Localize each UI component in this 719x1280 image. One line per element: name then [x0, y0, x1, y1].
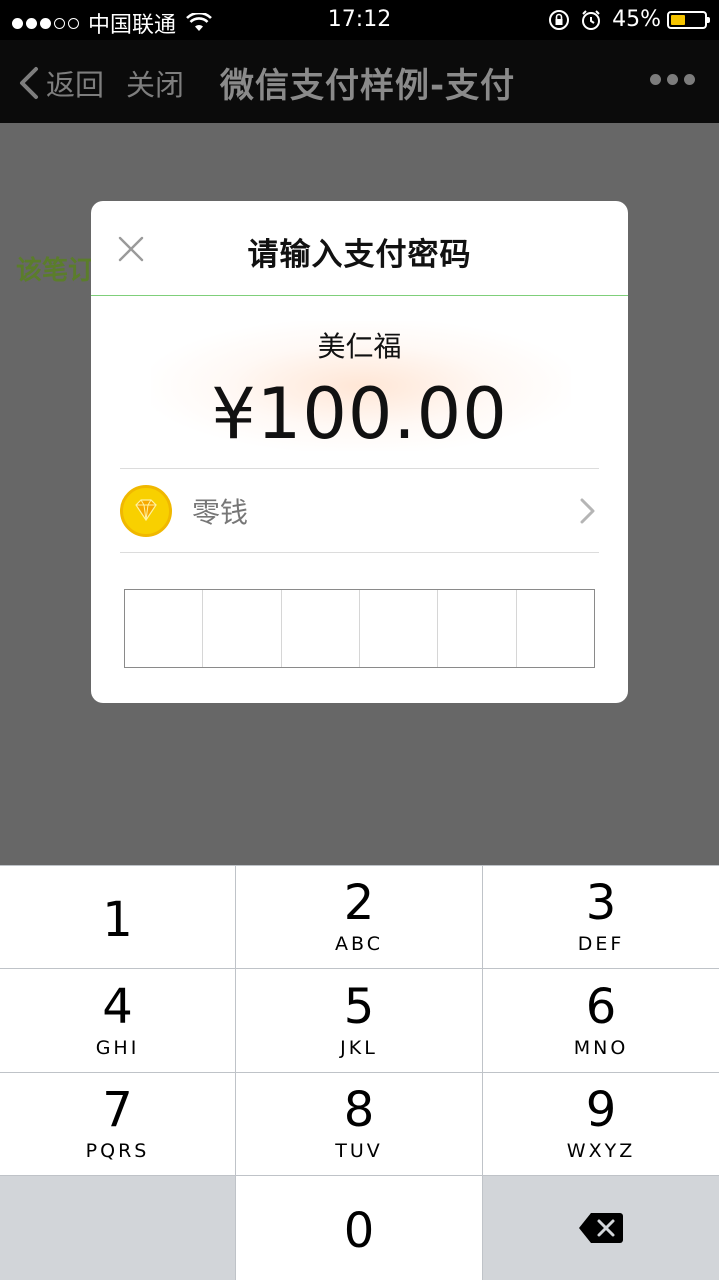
- more-dot: [667, 74, 678, 85]
- key-3[interactable]: 3 DEF: [483, 866, 719, 968]
- payment-dialog: 请输入支付密码 美仁福 ¥100.00 零钱: [91, 201, 628, 703]
- key-8[interactable]: 8 TUV: [236, 1073, 482, 1175]
- key-letters: WXYZ: [566, 1140, 636, 1162]
- key-5[interactable]: 5 JKL: [236, 969, 482, 1072]
- password-cell: [517, 590, 594, 667]
- key-empty: [0, 1176, 235, 1280]
- key-digit: 0: [343, 1203, 375, 1259]
- dialog-title: 请输入支付密码: [247, 237, 472, 273]
- delete-button[interactable]: [483, 1176, 719, 1280]
- nav-bar: 返回 关闭 微信支付样例-支付: [0, 40, 719, 123]
- password-cell: [282, 590, 360, 667]
- battery-icon: [667, 10, 710, 29]
- chevron-right-icon: [580, 498, 595, 524]
- order-text: 该笔订: [16, 256, 95, 286]
- key-letters: PQRS: [85, 1140, 150, 1162]
- payment-method-row[interactable]: 零钱: [120, 468, 599, 553]
- key-letters: MNO: [573, 1036, 629, 1059]
- key-letters: TUV: [335, 1140, 383, 1162]
- password-cell: [203, 590, 282, 667]
- merchant-name: 美仁福: [317, 330, 402, 363]
- numeric-keypad: 1 2 ABC 3 DEF 4 GHI 5 JKL 6 MNO 7 PQRS 8…: [0, 865, 719, 1280]
- chevron-left-icon: [20, 67, 38, 99]
- status-right: 45%: [538, 7, 710, 32]
- key-9[interactable]: 9 WXYZ: [483, 1073, 719, 1175]
- key-letters: ABC: [335, 933, 383, 955]
- key-digit: 1: [102, 892, 133, 948]
- key-0[interactable]: 0: [236, 1176, 482, 1280]
- alarm-icon: [582, 9, 601, 30]
- password-cell: [360, 590, 439, 667]
- key-digit: 7: [102, 1082, 133, 1138]
- key-4[interactable]: 4 GHI: [0, 969, 235, 1072]
- key-digit: 2: [343, 875, 375, 931]
- password-input[interactable]: [124, 589, 595, 668]
- key-2[interactable]: 2 ABC: [236, 866, 482, 968]
- password-cell: [438, 590, 517, 667]
- key-digit: 8: [343, 1082, 375, 1138]
- key-1[interactable]: 1: [0, 866, 235, 968]
- battery-percent: 45%: [612, 7, 661, 32]
- key-digit: 4: [102, 978, 133, 1035]
- more-dot: [684, 74, 695, 85]
- battery-cap: [707, 16, 710, 23]
- backspace-icon: [579, 1213, 623, 1243]
- status-bar: 中国联通 17:12 45%: [0, 0, 719, 40]
- key-digit: 9: [585, 1082, 617, 1138]
- diamond-shape: [135, 499, 157, 522]
- battery-fill: [671, 14, 686, 25]
- key-6[interactable]: 6 MNO: [483, 969, 719, 1072]
- close-page-button[interactable]: 关闭: [126, 62, 184, 104]
- key-digit: 5: [343, 978, 375, 1035]
- key-digit: 6: [585, 978, 617, 1035]
- dialog-header: 请输入支付密码: [91, 201, 628, 296]
- key-letters: DEF: [577, 933, 625, 955]
- key-7[interactable]: 7 PQRS: [0, 1073, 235, 1175]
- key-digit: 3: [585, 875, 617, 931]
- payment-method-label: 零钱: [192, 496, 249, 529]
- password-cell: [125, 590, 204, 667]
- payment-amount: ¥100.00: [211, 373, 508, 455]
- page-title: 微信支付样例-支付: [220, 66, 516, 106]
- back-button[interactable]: 返回: [18, 62, 104, 104]
- rotation-lock-icon: [549, 9, 570, 30]
- more-dots-icon[interactable]: [644, 74, 695, 85]
- coin-diamond-icon: [120, 485, 172, 537]
- key-letters: JKL: [340, 1036, 378, 1059]
- key-letters: GHI: [95, 1036, 140, 1059]
- more-dot: [650, 74, 661, 85]
- back-label: 返回: [46, 68, 105, 102]
